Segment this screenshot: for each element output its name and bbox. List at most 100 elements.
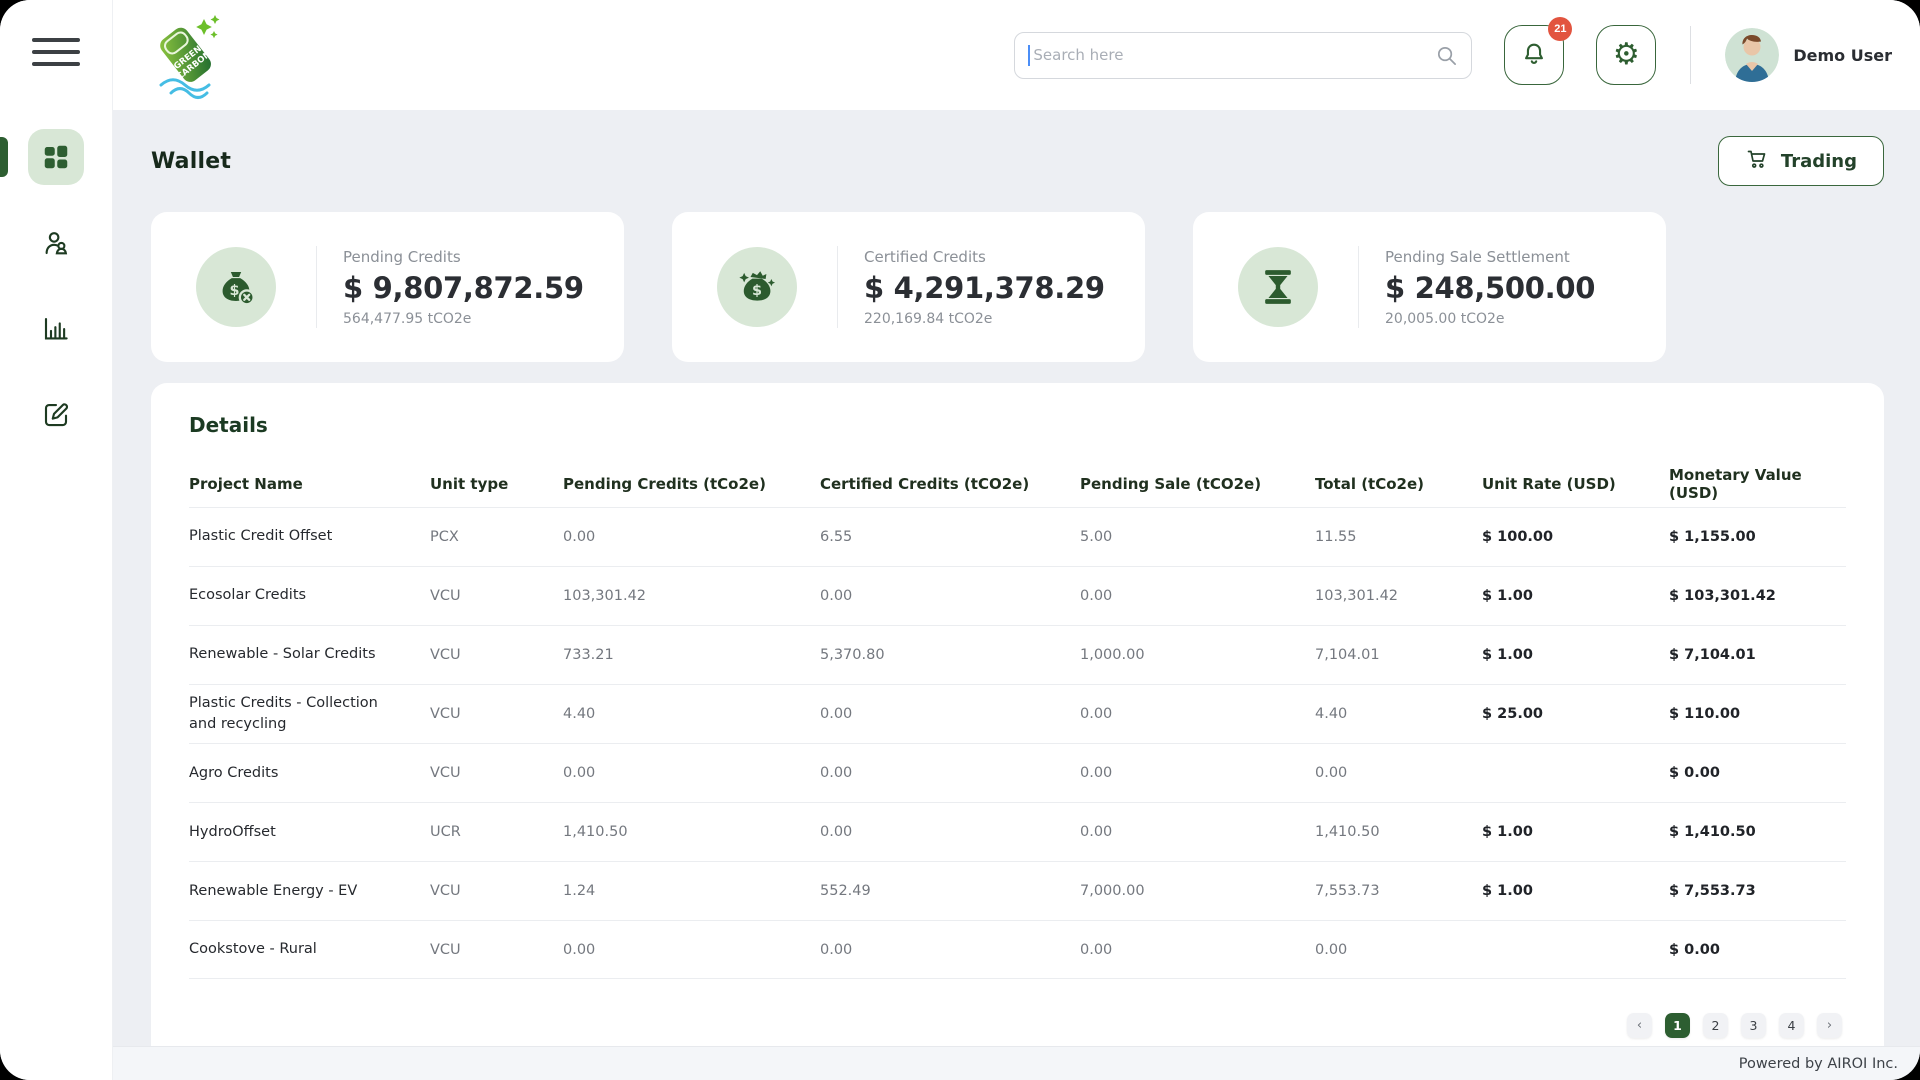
table-header-cell: Total (tCo2e) <box>1315 475 1482 493</box>
table-cell: VCU <box>430 875 563 907</box>
table-cell: HydroOffset <box>189 814 430 851</box>
table-cell: VCU <box>430 580 563 612</box>
pagination-page-2[interactable]: 2 <box>1703 1013 1728 1038</box>
card-divider <box>837 246 838 328</box>
stat-card-pending-credits: $ Pending Credits $ 9,807,872.59 564,477… <box>151 212 624 362</box>
table-cell: 6.55 <box>820 521 1080 553</box>
sidebar-nav <box>0 129 112 443</box>
table-cell: $ 103,301.42 <box>1669 580 1846 612</box>
table-cell: $ 1,155.00 <box>1669 521 1846 553</box>
user-menu[interactable]: Demo User <box>1725 28 1892 82</box>
brand-logo: GREEN CARBON <box>141 11 236 103</box>
table-cell: VCU <box>430 639 563 671</box>
table-header-row: Project NameUnit typePending Credits (tC… <box>189 461 1846 507</box>
table-row: Cookstove - RuralVCU0.000.000.000.00$ 0.… <box>189 920 1846 979</box>
table-cell: Agro Credits <box>189 755 430 792</box>
details-table: Project NameUnit typePending Credits (tC… <box>189 461 1846 979</box>
table-cell: 0.00 <box>563 934 820 966</box>
footer-text: Powered by AIROI Inc. <box>1739 1056 1898 1072</box>
stat-sub: 220,169.84 tCO2e <box>864 311 1105 327</box>
table-cell: $ 25.00 <box>1482 698 1669 730</box>
pagination-page-4[interactable]: 4 <box>1779 1013 1804 1038</box>
table-cell: 0.00 <box>563 757 820 789</box>
content-area: Wallet Trading <box>113 110 1920 1046</box>
table-cell: VCU <box>430 698 563 730</box>
sidebar <box>0 0 113 1080</box>
table-cell: 0.00 <box>1080 698 1315 730</box>
stat-amount: $ 9,807,872.59 <box>343 271 584 305</box>
stat-sub: 564,477.95 tCO2e <box>343 311 584 327</box>
table-cell <box>1482 942 1669 958</box>
table-cell: 0.00 <box>820 816 1080 848</box>
search-input[interactable] <box>1014 32 1472 79</box>
users-icon <box>41 228 71 258</box>
stat-amount: $ 248,500.00 <box>1385 271 1595 305</box>
details-card: Details Project NameUnit typePending Cre… <box>151 383 1884 1046</box>
table-cell: 0.00 <box>1080 580 1315 612</box>
table-cell: 0.00 <box>820 757 1080 789</box>
sidebar-item-reports[interactable] <box>28 301 84 357</box>
table-row: Renewable Energy - EVVCU1.24552.497,000.… <box>189 861 1846 920</box>
app-screen: GREEN CARBON <box>0 0 1920 1080</box>
table-cell: 552.49 <box>820 875 1080 907</box>
table-cell: 4.40 <box>563 698 820 730</box>
avatar <box>1725 28 1779 82</box>
table-header-cell: Project Name <box>189 475 430 493</box>
table-cell: $ 1.00 <box>1482 875 1669 907</box>
table-header-cell: Monetary Value (USD) <box>1669 466 1846 502</box>
table-cell: $ 1.00 <box>1482 816 1669 848</box>
svg-text:$: $ <box>229 283 239 299</box>
table-cell: $ 0.00 <box>1669 757 1846 789</box>
stat-label: Pending Credits <box>343 248 584 266</box>
pagination-page-3[interactable]: 3 <box>1741 1013 1766 1038</box>
pagination-next-button[interactable]: › <box>1817 1013 1842 1038</box>
notification-count-badge: 21 <box>1548 17 1572 41</box>
topbar-divider <box>1690 26 1691 84</box>
stat-card-certified-credits: $ Certified Credits $ 4,291,378.29 220,1… <box>672 212 1145 362</box>
table-cell: 7,000.00 <box>1080 875 1315 907</box>
table-cell: UCR <box>430 816 563 848</box>
notifications-button[interactable]: 21 <box>1504 25 1564 85</box>
page-title: Wallet <box>151 149 231 174</box>
table-row: HydroOffsetUCR1,410.500.000.001,410.50$ … <box>189 802 1846 861</box>
table-row: Ecosolar CreditsVCU103,301.420.000.00103… <box>189 566 1846 625</box>
table-cell: 4.40 <box>1315 698 1482 730</box>
table-cell: Plastic Credits - Collection and recycli… <box>189 685 430 743</box>
table-cell: $ 0.00 <box>1669 934 1846 966</box>
table-cell: 1,410.50 <box>1315 816 1482 848</box>
table-cell: 1.24 <box>563 875 820 907</box>
sidebar-item-register[interactable] <box>28 387 84 443</box>
search-icon[interactable] <box>1435 44 1458 71</box>
trading-button[interactable]: Trading <box>1718 136 1884 186</box>
sidebar-item-dashboard[interactable] <box>28 129 84 185</box>
card-divider <box>316 246 317 328</box>
main-column: GREEN CARBON <box>113 0 1920 1080</box>
table-row: Plastic Credit OffsetPCX0.006.555.0011.5… <box>189 507 1846 566</box>
table-cell: 7,104.01 <box>1315 639 1482 671</box>
table-cell: 103,301.42 <box>563 580 820 612</box>
sidebar-item-users[interactable] <box>28 215 84 271</box>
settings-button[interactable]: ⚙ <box>1596 25 1656 85</box>
stat-card-pending-sale-settlement: Pending Sale Settlement $ 248,500.00 20,… <box>1193 212 1666 362</box>
table-cell: PCX <box>430 521 563 553</box>
table-header-cell: Unit Rate (USD) <box>1482 475 1669 493</box>
search-box <box>1014 32 1472 79</box>
table-cell: Cookstove - Rural <box>189 931 430 968</box>
table-cell: 733.21 <box>563 639 820 671</box>
table-cell: 0.00 <box>1080 934 1315 966</box>
money-bag-remove-icon: $ <box>196 247 276 327</box>
table-cell: 5,370.80 <box>820 639 1080 671</box>
table-cell: Ecosolar Credits <box>189 577 430 614</box>
table-cell: $ 7,104.01 <box>1669 639 1846 671</box>
table-cell: $ 7,553.73 <box>1669 875 1846 907</box>
table-cell: 0.00 <box>820 698 1080 730</box>
footer: Powered by AIROI Inc. <box>113 1046 1920 1080</box>
svg-text:$: $ <box>752 283 762 299</box>
stat-label: Certified Credits <box>864 248 1105 266</box>
table-header-cell: Certified Credits (tCO2e) <box>820 475 1080 493</box>
gear-icon: ⚙ <box>1613 40 1640 70</box>
pagination-page-1[interactable]: 1 <box>1665 1013 1690 1038</box>
pagination-prev-button[interactable]: ‹ <box>1627 1013 1652 1038</box>
hamburger-menu-icon[interactable] <box>32 30 80 74</box>
table-cell: 7,553.73 <box>1315 875 1482 907</box>
